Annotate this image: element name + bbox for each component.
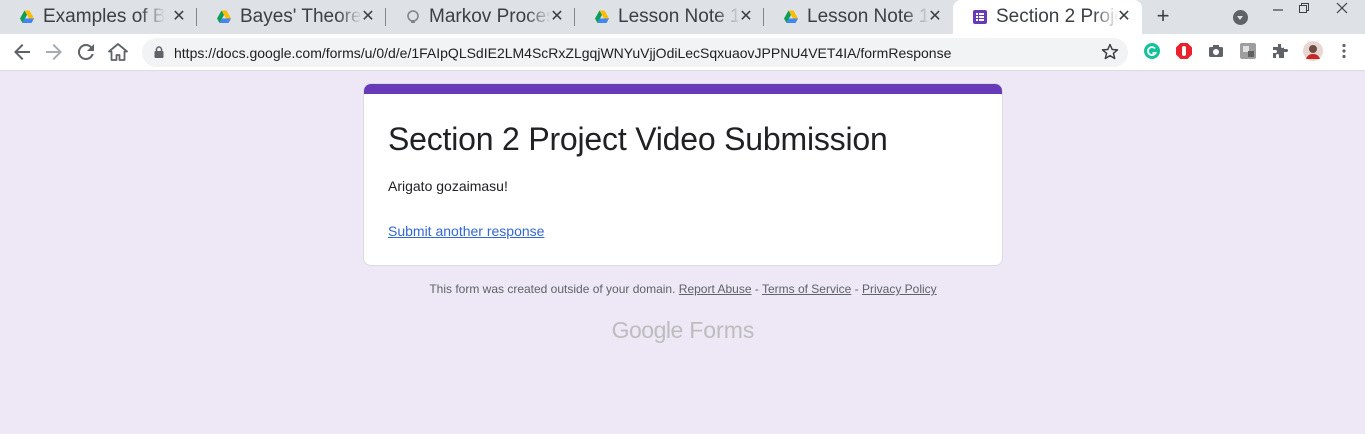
camera-icon[interactable] — [1207, 42, 1225, 60]
tab-title: Section 2 Project Video Submission — [996, 6, 1118, 27]
browser-toolbar: https://docs.google.com/forms/u/0/d/e/1F… — [0, 34, 1365, 71]
close-tab-icon[interactable]: ✕ — [171, 9, 187, 25]
reload-icon[interactable] — [74, 40, 98, 64]
google-drive-icon — [217, 10, 231, 23]
tab-bayes-theorem[interactable]: Bayes' Theorem ✕ — [197, 0, 386, 34]
footer-separator: - — [751, 282, 762, 296]
brand-forms: Forms — [689, 317, 755, 343]
new-tab-button[interactable]: + — [1152, 5, 1174, 27]
tab-title: Lesson Note 13 — [807, 6, 929, 27]
close-tab-icon[interactable]: ✕ — [549, 9, 565, 25]
google-forms-icon — [973, 10, 987, 24]
tab-lesson-note-14[interactable]: Lesson Note 14 ✕ — [575, 0, 764, 34]
tab-title: Bayes' Theorem — [240, 6, 362, 27]
tab-lesson-note-13[interactable]: Lesson Note 13 ✕ — [764, 0, 953, 34]
tab-strip: Examples of Bayes' Theorem ✕ Bayes' Theo… — [0, 0, 1365, 34]
forward-icon[interactable] — [42, 40, 66, 64]
brand-google: Google — [611, 317, 684, 343]
tab-title: Lesson Note 14 — [618, 6, 740, 27]
generic-site-icon — [407, 10, 419, 23]
close-window-icon[interactable] — [1326, 0, 1358, 22]
tab-search-icon[interactable] — [1233, 10, 1248, 25]
bookmark-star-icon[interactable] — [1100, 42, 1120, 62]
address-bar[interactable]: https://docs.google.com/forms/u/0/d/e/1F… — [142, 38, 1128, 67]
terms-of-service-link[interactable]: Terms of Service — [762, 282, 851, 296]
form-response-card: Section 2 Project Video Submission Ariga… — [363, 83, 1003, 266]
footer-separator: - — [851, 282, 862, 296]
form-footer: This form was created outside of your do… — [363, 282, 1003, 296]
home-icon[interactable] — [106, 40, 130, 64]
close-tab-icon[interactable]: ✕ — [738, 9, 754, 25]
close-tab-icon[interactable]: ✕ — [1116, 9, 1132, 25]
submit-another-response-link[interactable]: Submit another response — [388, 223, 544, 239]
tab-examples-of-bayes[interactable]: Examples of Bayes' Theorem ✕ — [0, 0, 197, 34]
extensions-puzzle-icon[interactable] — [1271, 42, 1289, 60]
google-drive-icon — [595, 10, 609, 23]
google-drive-icon — [20, 10, 34, 23]
lock-icon[interactable] — [152, 45, 166, 59]
google-drive-icon — [784, 10, 798, 23]
tab-title: Markov Process — [429, 6, 551, 27]
report-abuse-link[interactable]: Report Abuse — [679, 282, 752, 296]
confirmation-message: Arigato gozaimasu! — [388, 178, 508, 194]
restore-icon[interactable] — [1288, 0, 1320, 22]
more-menu-icon[interactable] — [1335, 42, 1353, 60]
tab-section-2-project[interactable]: Section 2 Project Video Submission ✕ — [953, 0, 1142, 34]
google-forms-logo[interactable]: Google Forms — [363, 317, 1003, 344]
card-accent-bar — [364, 84, 1002, 94]
grammarly-icon[interactable] — [1143, 42, 1161, 60]
image-extension-icon[interactable] — [1239, 42, 1257, 60]
tab-title: Examples of Bayes' Theorem — [43, 6, 165, 27]
url-text[interactable]: https://docs.google.com/forms/u/0/d/e/1F… — [174, 45, 951, 61]
back-icon[interactable] — [10, 40, 34, 64]
form-title: Section 2 Project Video Submission — [388, 121, 888, 157]
tab-markov-process[interactable]: Markov Process ✕ — [386, 0, 575, 34]
domain-notice: This form was created outside of your do… — [429, 282, 676, 296]
privacy-policy-link[interactable]: Privacy Policy — [862, 282, 937, 296]
profile-avatar-icon[interactable] — [1303, 41, 1323, 61]
close-tab-icon[interactable]: ✕ — [927, 9, 943, 25]
close-tab-icon[interactable]: ✕ — [360, 9, 376, 25]
adblock-icon[interactable] — [1175, 42, 1193, 60]
